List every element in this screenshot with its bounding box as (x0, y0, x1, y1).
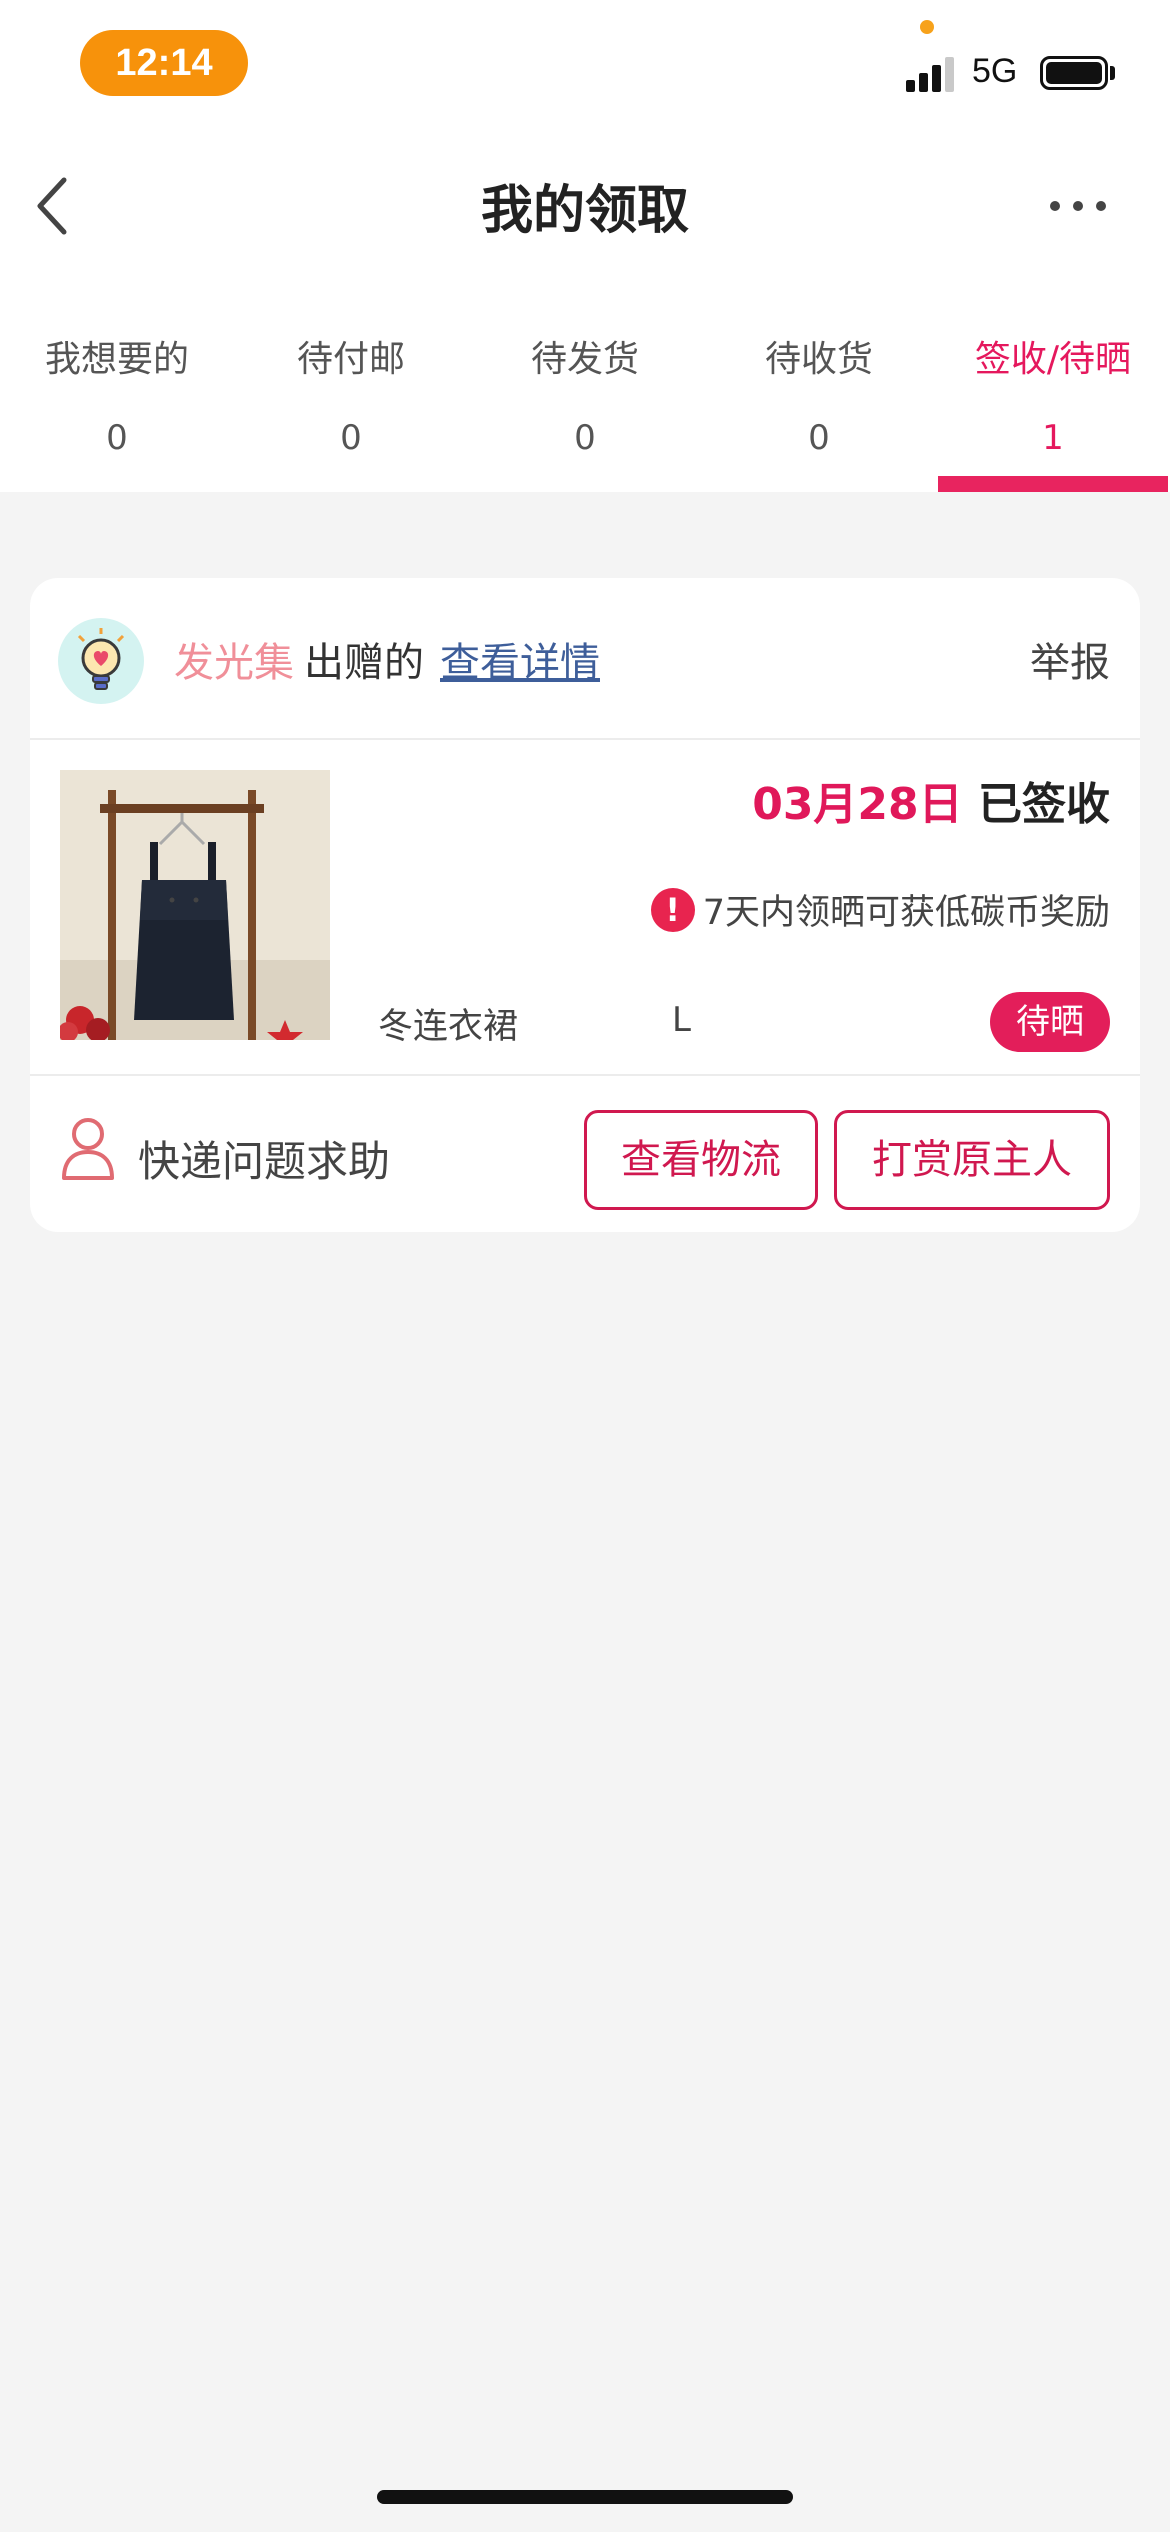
card-footer: 快递问题求助 查看物流 打赏原主人 (30, 1074, 1140, 1232)
view-details-link[interactable]: 查看详情 (440, 630, 600, 688)
tab-wanted[interactable]: 我想要的 0 (0, 320, 234, 492)
reward-notice: ! 7天内领晒可获低碳币奖励 (650, 884, 1110, 935)
tab-count: 0 (340, 418, 362, 458)
card-header: 发光集 出赠的 查看详情 举报 (30, 578, 1140, 740)
tab-count: 0 (106, 418, 128, 458)
tab-pending-postage[interactable]: 待付邮 0 (234, 320, 468, 492)
sign-status-line: 03月28日 已签收 (752, 768, 1110, 832)
giver-avatar[interactable] (58, 618, 144, 704)
more-options-button[interactable] (1050, 196, 1106, 216)
tab-pending-receipt[interactable]: 待收货 0 (702, 320, 936, 492)
item-size: L (672, 1000, 691, 1040)
status-time: 12:14 (80, 30, 248, 96)
header-area: 12:14 5G 我的领取 我想要的 0 待付邮 0 待发货 0 待收货 0 签… (0, 0, 1170, 492)
item-name: 冬连衣裙 (378, 1007, 519, 1047)
battery-tip (1110, 66, 1115, 80)
order-card: 发光集 出赠的 查看详情 举报 03月28日 已签收 ! 7天内领晒可获低碳币奖… (30, 578, 1140, 1232)
tab-count: 0 (808, 418, 830, 458)
tab-label: 待发货 (530, 339, 639, 380)
tab-count: 1 (1042, 418, 1064, 458)
page: 12:14 5G 我的领取 我想要的 0 待付邮 0 待发货 0 待收货 0 签… (0, 0, 1170, 2532)
tab-label: 我想要的 (44, 339, 189, 380)
network-type: 5G (972, 52, 1018, 90)
tip-owner-button[interactable]: 打赏原主人 (834, 1110, 1110, 1210)
product-image[interactable] (60, 770, 330, 1040)
signed-status: 已签收 (978, 779, 1110, 830)
tab-label: 待付邮 (296, 339, 405, 380)
home-indicator[interactable] (377, 2490, 793, 2504)
dot-icon (1050, 201, 1060, 211)
signed-date: 03月28日 (752, 779, 963, 830)
reward-text: 7天内领晒可获低碳币奖励 (702, 893, 1110, 933)
tab-label: 待收货 (764, 339, 873, 380)
dot-icon (1073, 201, 1083, 211)
privacy-indicator-dot (920, 20, 934, 34)
view-logistics-button[interactable]: 查看物流 (584, 1110, 818, 1210)
giver-suffix: 出赠的 (304, 640, 424, 686)
dot-icon (1096, 201, 1106, 211)
delivery-help-link[interactable]: 快递问题求助 (138, 1128, 390, 1189)
giver-name[interactable]: 发光集 (174, 630, 294, 688)
tab-count: 0 (574, 418, 596, 458)
dress-photo (60, 770, 330, 1040)
lightbulb-heart-icon (77, 628, 125, 690)
pending-share-badge[interactable]: 待晒 (990, 992, 1110, 1052)
tab-signed-share[interactable]: 签收/待晒 1 (936, 320, 1170, 492)
report-button[interactable]: 举报 (1030, 630, 1110, 688)
battery-icon (1040, 56, 1108, 90)
tab-pending-shipment[interactable]: 待发货 0 (468, 320, 702, 492)
page-title: 我的领取 (480, 181, 689, 241)
exclamation-icon: ! (650, 887, 695, 932)
status-tabs: 我想要的 0 待付邮 0 待发货 0 待收货 0 签收/待晒 1 (0, 320, 1170, 492)
person-icon (62, 1118, 114, 1180)
tab-label: 签收/待晒 (974, 339, 1132, 380)
signal-icon (906, 56, 958, 92)
active-tab-indicator (938, 476, 1168, 492)
